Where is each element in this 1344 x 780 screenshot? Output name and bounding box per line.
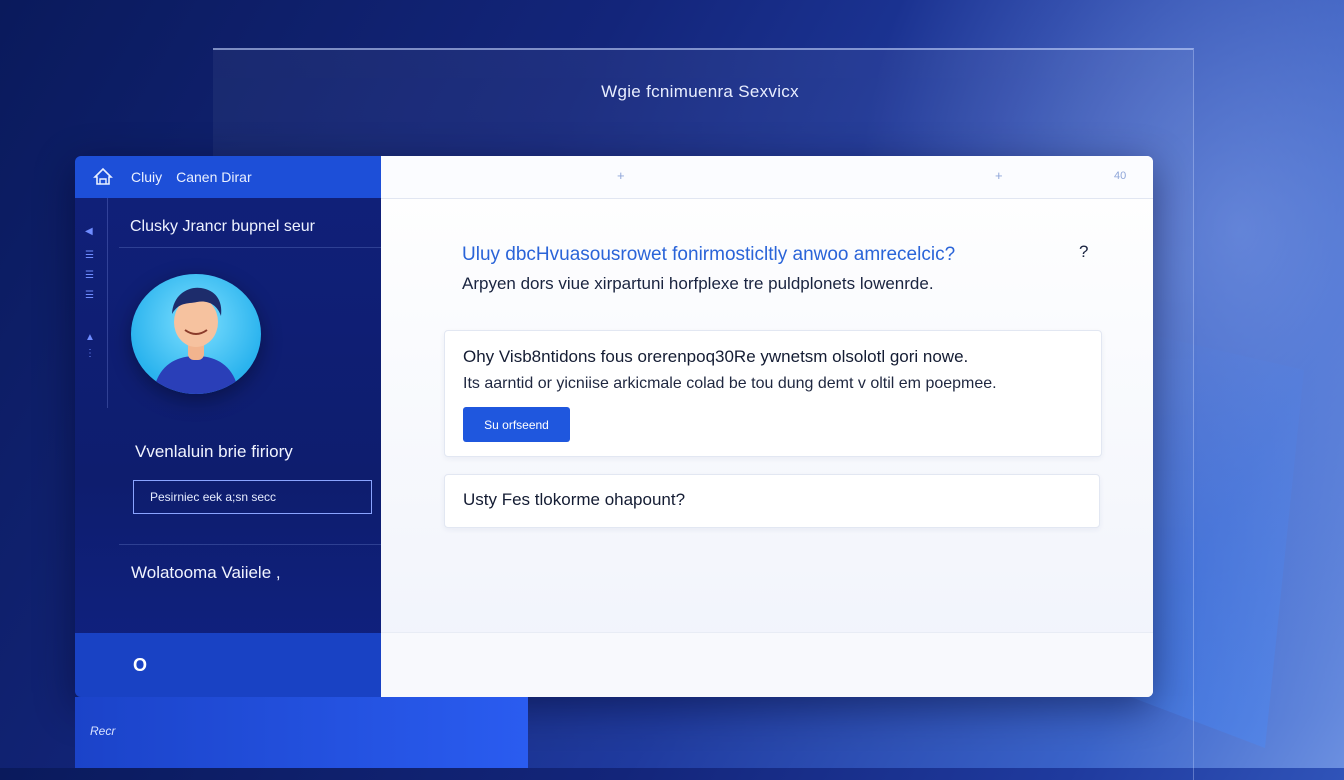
card-title: Usty Fes tlokorme ohapount? (463, 490, 686, 509)
divider (119, 544, 381, 545)
avatar[interactable] (131, 274, 261, 394)
main-panel: + + 40 Uluy dbcHvuasousrowet fonirmostic… (381, 156, 1153, 697)
divider (119, 247, 381, 248)
main-topbar: + + 40 (381, 156, 1153, 199)
app-window: Cluiy Canen Dirar ◀ ☰ ☰ ☰ ▲ ⋮ Clusky Jra… (75, 156, 1153, 697)
home-icon[interactable] (91, 165, 115, 189)
bottom-panel: Recr (75, 697, 528, 768)
header-title-secondary: Canen Dirar (176, 169, 252, 185)
sidebar-section-title: Clusky Jrancr bupnel seur (130, 218, 315, 235)
list-icon[interactable]: ☰ (85, 250, 94, 261)
plus-icon[interactable]: + (995, 168, 1003, 183)
plus-icon[interactable]: + (617, 168, 625, 183)
icon-rail: ◀ ☰ ☰ ☰ ▲ ⋮ (75, 198, 108, 408)
page-title: Wgie fcnimuenra Sexvicx (601, 82, 799, 101)
sidebar-label-variable: Wolatooma Vaiiele , (131, 563, 281, 582)
main-footer (381, 632, 1153, 697)
arrow-left-icon[interactable]: ◀ (85, 226, 93, 237)
card-title: Ohy Visb8ntidons fous orerenpoq30Re ywne… (463, 347, 969, 366)
sidebar-footer: O (75, 633, 381, 697)
question-heading: Uluy dbcHvuasousrowet fonirmosticltly an… (462, 244, 956, 265)
sidebar-label-history: Vvenlaluin brie firiory (135, 442, 293, 461)
user-icon[interactable]: ▲ (85, 332, 95, 343)
sidebar-search-input[interactable] (133, 480, 372, 514)
circle-icon[interactable]: O (133, 655, 147, 676)
question-subtitle: Arpyen dors viue xirpartuni horfplexe tr… (462, 274, 934, 293)
topbar-counter: 40 (1114, 170, 1127, 182)
dots-icon[interactable]: ⋮ (85, 348, 95, 359)
sidebar: Cluiy Canen Dirar ◀ ☰ ☰ ☰ ▲ ⋮ Clusky Jra… (75, 156, 381, 697)
list-icon[interactable]: ☰ (85, 270, 94, 281)
sidebar-header: Cluiy Canen Dirar (75, 156, 381, 198)
help-icon[interactable]: ? (1079, 242, 1088, 262)
header-title-primary: Cluiy (131, 169, 163, 185)
submit-button[interactable]: Su orfseend (463, 407, 570, 442)
answer-card: Ohy Visb8ntidons fous orerenpoq30Re ywne… (444, 330, 1102, 457)
list-icon[interactable]: ☰ (85, 290, 94, 301)
card-text: Its aarntid or yicniise arkicmale colad … (463, 375, 997, 392)
question-card[interactable]: Usty Fes tlokorme ohapount? (444, 474, 1100, 528)
bottom-panel-label[interactable]: Recr (90, 724, 115, 738)
